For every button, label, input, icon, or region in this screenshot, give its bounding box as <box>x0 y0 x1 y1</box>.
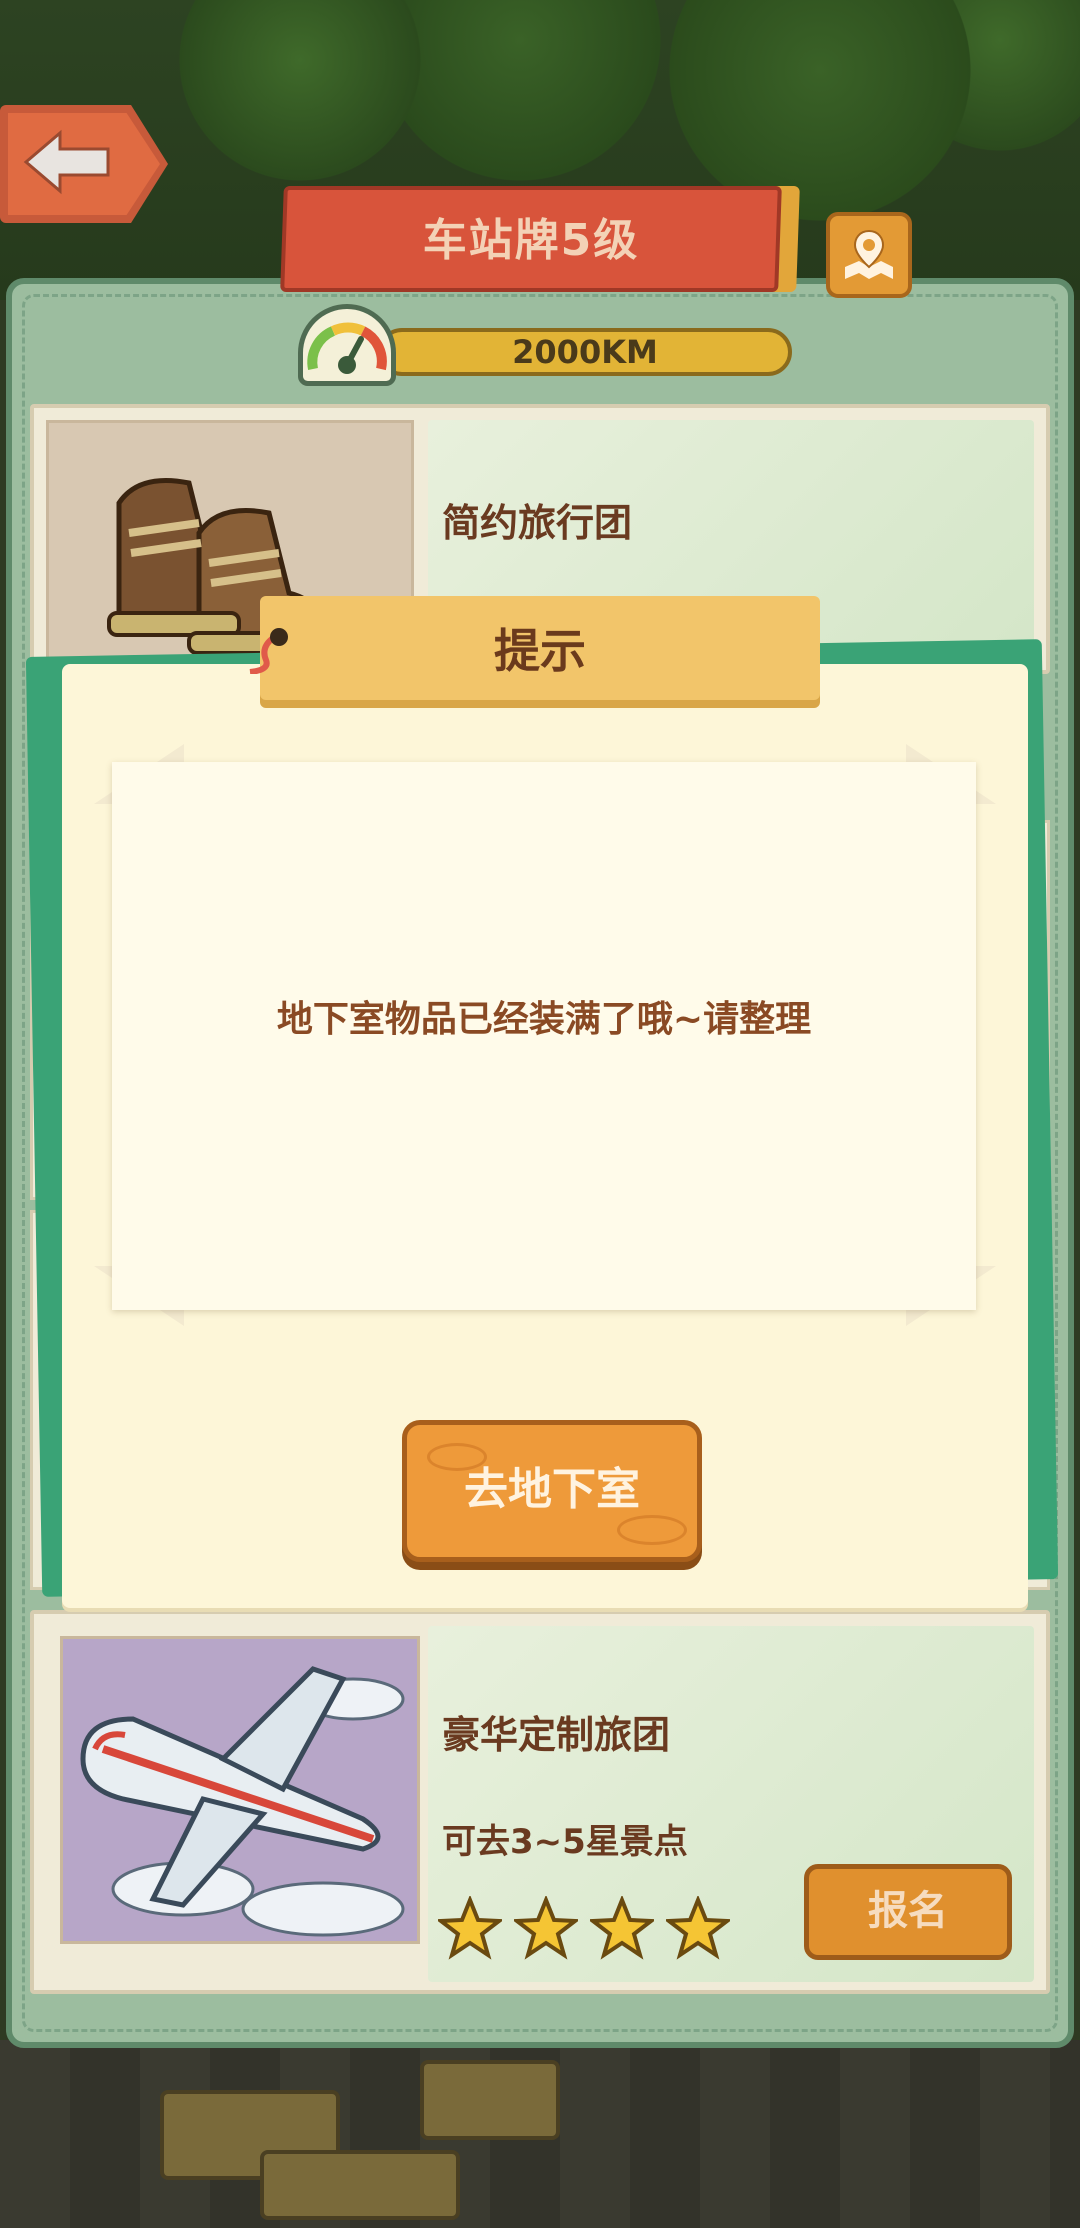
card-title: 简约旅行团 <box>442 501 633 545</box>
background-street <box>0 2040 1080 2228</box>
card-title: 豪华定制旅团 <box>442 1713 671 1757</box>
dialog-message: 地下室物品已经装满了哦~请整理 <box>276 999 812 1040</box>
star-icon <box>438 1896 502 1960</box>
star-icon <box>514 1896 578 1960</box>
button-label: 去地下室 <box>464 1464 640 1515</box>
star-icon <box>590 1896 654 1960</box>
go-basement-button[interactable]: 去地下室 <box>402 1420 702 1562</box>
tour-card-luxury: 豪华定制旅团 可去3~5星景点 报名 <box>30 1610 1050 1994</box>
map-button[interactable] <box>826 212 912 298</box>
airplane-icon <box>80 1666 405 1937</box>
distance-bar: 2000KM <box>378 328 792 376</box>
signup-button[interactable]: 报名 <box>804 1864 1012 1960</box>
page-title: 车站牌5级 <box>422 215 640 266</box>
dialog-title: 提示 <box>494 624 586 678</box>
card-description: 可去3~5星景点 <box>442 1822 688 1862</box>
arrow-left-icon <box>23 129 110 195</box>
star-icon <box>666 1896 730 1960</box>
map-pin-icon <box>845 229 893 279</box>
airplane-thumbnail <box>60 1636 420 1944</box>
